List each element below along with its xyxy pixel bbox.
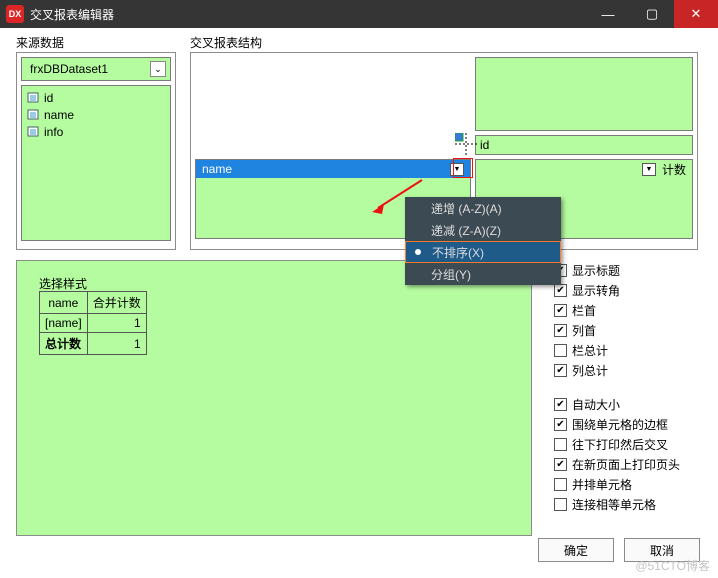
field-item[interactable]: name [25, 106, 167, 123]
field-item[interactable]: id [25, 89, 167, 106]
cell: [name] [40, 314, 88, 333]
option-label: 在新页面上打印页头 [572, 456, 680, 473]
datasource-label: 来源数据 [16, 34, 64, 51]
fields-list[interactable]: id name info [21, 85, 171, 241]
button-label: 确定 [564, 542, 588, 559]
menu-item-label: 递增 (A-Z)(A) [431, 200, 502, 217]
option-label: 显示转角 [572, 282, 620, 299]
cell: 1 [87, 314, 146, 333]
menu-no-sort[interactable]: 不排序(X) [405, 241, 561, 263]
agg-label: 计数 [662, 161, 686, 178]
menu-group[interactable]: 分组(Y) [405, 263, 561, 285]
cell: 1 [87, 333, 146, 355]
column-field-zone[interactable]: id [475, 135, 693, 155]
option-label: 列首 [572, 322, 596, 339]
table-row: name 合并计数 [40, 292, 147, 314]
checkbox-icon: ✔ [554, 324, 567, 337]
checkbox-icon: ✔ [554, 418, 567, 431]
option-checkbox[interactable]: 连接相等单元格 [554, 494, 704, 514]
button-label: 取消 [650, 542, 674, 559]
ok-button[interactable]: 确定 [538, 538, 614, 562]
cell: 总计数 [40, 333, 88, 355]
option-label: 并排单元格 [572, 476, 632, 493]
agg-button[interactable]: ▼ [642, 163, 656, 176]
menu-item-label: 分组(Y) [431, 266, 471, 283]
option-checkbox[interactable]: 往下打印然后交叉 [554, 434, 704, 454]
dataset-name: frxDBDataset1 [30, 62, 150, 76]
title-bar: DX 交叉报表编辑器 — ▢ ✕ [0, 0, 718, 28]
field-item[interactable]: info [25, 123, 167, 140]
menu-item-label: 不排序(X) [432, 244, 484, 261]
radio-dot-icon [415, 249, 421, 255]
columns-zone[interactable] [475, 57, 693, 131]
field-icon [27, 91, 40, 104]
highlight-sort-button [453, 158, 473, 178]
option-checkbox[interactable]: 并排单元格 [554, 474, 704, 494]
preview-panel: 选择样式 name 合并计数 [name] 1 总计数 1 [16, 260, 532, 536]
close-button[interactable]: ✕ [674, 0, 718, 28]
crosstab-icon [455, 133, 477, 155]
sort-context-menu: 递增 (A-Z)(A) 递减 (Z-A)(Z) 不排序(X) 分组(Y) [405, 197, 561, 285]
field-label: info [44, 125, 63, 139]
col-header: 合并计数 [87, 292, 146, 314]
field-label: id [44, 91, 53, 105]
table-row: [name] 1 [40, 314, 147, 333]
option-checkbox[interactable]: ✔ 自动大小 [554, 394, 704, 414]
col-header: name [40, 292, 88, 314]
checkbox-icon: ✔ [554, 284, 567, 297]
checkbox-icon [554, 438, 567, 451]
window: { "title": "交叉报表编辑器", "logo": "DX", "lab… [0, 0, 718, 578]
dataset-combo[interactable]: frxDBDataset1 ⌄ [21, 57, 171, 81]
client-area: 来源数据 frxDBDataset1 ⌄ id name info [0, 28, 718, 578]
option-checkbox[interactable]: ✔显示标题 [554, 260, 704, 280]
options-group: ✔显示标题✔显示转角✔栏首✔列首栏总计✔列总计✔自动大小✔围绕单元格的边框往下打… [554, 260, 704, 514]
checkbox-icon [554, 498, 567, 511]
option-label: 往下打印然后交叉 [572, 436, 668, 453]
column-field: id [480, 138, 489, 152]
structure-label: 交叉报表结构 [190, 34, 262, 51]
checkbox-icon: ✔ [554, 364, 567, 377]
option-checkbox[interactable]: 栏总计 [554, 340, 704, 360]
row-field-header[interactable]: name ▼ [196, 160, 470, 178]
menu-item-label: 递减 (Z-A)(Z) [431, 222, 501, 239]
option-label: 自动大小 [572, 396, 620, 413]
window-buttons: — ▢ ✕ [586, 0, 718, 28]
option-label: 连接相等单元格 [572, 496, 656, 513]
checkbox-icon: ✔ [554, 458, 567, 471]
window-title: 交叉报表编辑器 [30, 6, 114, 23]
app-logo: DX [6, 5, 24, 23]
checkbox-icon: ✔ [554, 398, 567, 411]
option-checkbox[interactable]: ✔ 列首 [554, 320, 704, 340]
minimize-button[interactable]: — [586, 0, 630, 28]
select-style-label: 选择样式 [39, 275, 87, 292]
data-field-header[interactable]: ▼ 计数 [476, 160, 692, 178]
watermark: @51CTO博客 [635, 557, 710, 574]
row-field: name [202, 162, 232, 176]
field-label: name [44, 108, 74, 122]
option-label: 显示标题 [572, 262, 620, 279]
option-label: 列总计 [572, 362, 608, 379]
checkbox-icon [554, 478, 567, 491]
checkbox-icon: ✔ [554, 304, 567, 317]
option-checkbox[interactable]: ✔ 在新页面上打印页头 [554, 454, 704, 474]
option-checkbox[interactable]: ✔ 栏首 [554, 300, 704, 320]
maximize-button[interactable]: ▢ [630, 0, 674, 28]
option-label: 栏总计 [572, 342, 608, 359]
chevron-down-icon: ⌄ [150, 61, 166, 77]
menu-sort-desc[interactable]: 递减 (Z-A)(Z) [405, 219, 561, 241]
table-row: 总计数 1 [40, 333, 147, 355]
menu-sort-asc[interactable]: 递增 (A-Z)(A) [405, 197, 561, 219]
option-checkbox[interactable]: ✔ 列总计 [554, 360, 704, 380]
option-checkbox[interactable]: ✔ 围绕单元格的边框 [554, 414, 704, 434]
field-icon [27, 108, 40, 121]
option-label: 栏首 [572, 302, 596, 319]
option-checkbox[interactable]: ✔ 显示转角 [554, 280, 704, 300]
datasource-panel: frxDBDataset1 ⌄ id name info [16, 52, 176, 250]
option-label: 围绕单元格的边框 [572, 416, 668, 433]
preview-table: name 合并计数 [name] 1 总计数 1 [39, 291, 147, 355]
checkbox-icon [554, 344, 567, 357]
field-icon [27, 125, 40, 138]
